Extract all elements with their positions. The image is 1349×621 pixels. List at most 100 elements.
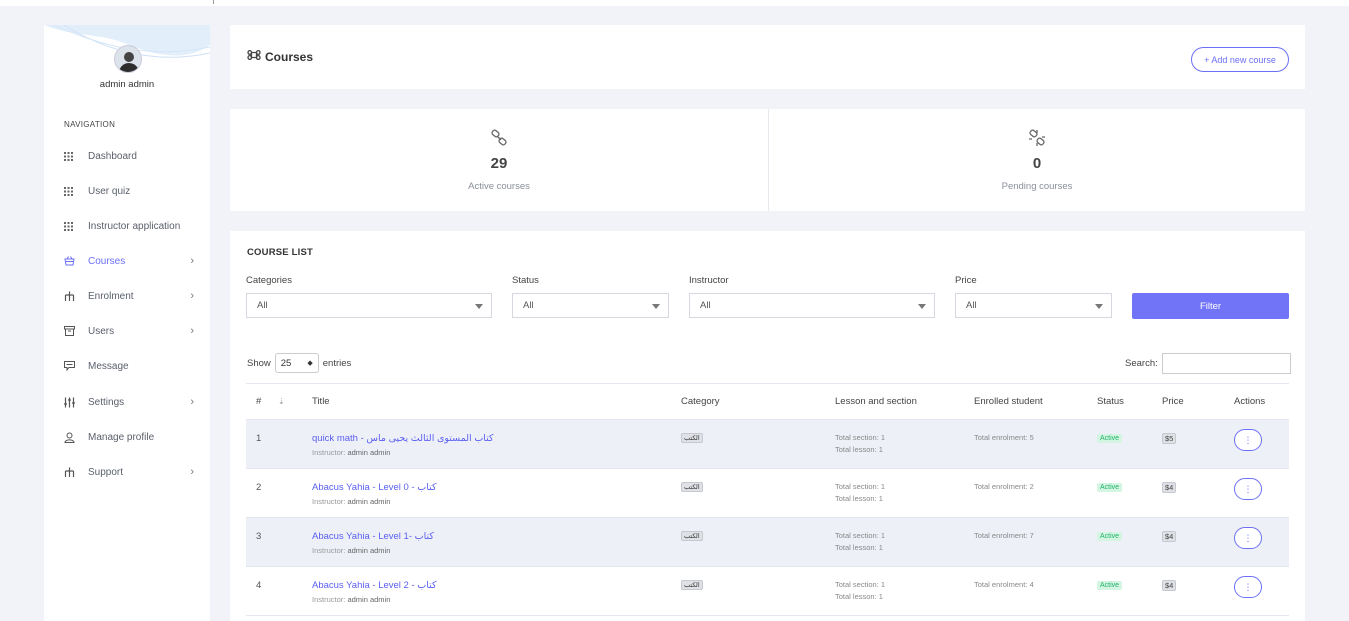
actions-cell: ⋮ [1224, 419, 1289, 469]
instructor-select[interactable]: All [689, 293, 935, 318]
status-filter-label: Status [512, 275, 539, 286]
course-title-link[interactable]: Abacus Yahia - Level 0 - كتاب [312, 482, 671, 493]
status-badge: Active [1097, 434, 1123, 443]
grid-icon [64, 221, 88, 231]
enrolment-cell: Total enrolment: 2 [964, 468, 1087, 518]
entries-select-value: 25 [280, 357, 292, 369]
sidebar-item-instructor-application[interactable]: Instructor application [64, 216, 194, 236]
row-number: 1 [246, 419, 302, 469]
category-cell: الكتب [671, 419, 825, 469]
column-header-price[interactable]: Price [1152, 383, 1224, 420]
courses-table: # ⇣ Title Category Lesson and section En… [246, 383, 1289, 616]
sidebar-item-label: Manage profile [88, 431, 155, 443]
grid-icon [64, 151, 88, 161]
status-select-value: All [523, 300, 534, 311]
search-label: Search: [1125, 358, 1158, 369]
table-search: Search: [1125, 353, 1291, 374]
price-cell: $4 [1152, 517, 1224, 567]
status-select[interactable]: All [512, 293, 669, 318]
chevron-right-icon: › [190, 325, 194, 337]
entries-control: Show 25 ◆ entries [247, 353, 351, 373]
row-number: 3 [246, 517, 302, 567]
price-select[interactable]: All [955, 293, 1112, 318]
filter-button[interactable]: Filter [1132, 293, 1289, 319]
enrolment-cell: Total enrolment: 5 [964, 419, 1087, 469]
sidebar-item-label: Settings [88, 396, 125, 408]
lesson-section-cell: Total section: 1 Total lesson: 1 [825, 566, 964, 616]
table-header-row: # ⇣ Title Category Lesson and section En… [246, 383, 1289, 420]
column-header-lesson-section[interactable]: Lesson and section [825, 383, 964, 420]
caret-down-icon [475, 304, 483, 309]
row-actions-button[interactable]: ⋮ [1234, 478, 1262, 500]
price-filter-label: Price [955, 275, 977, 286]
hierarchy-icon [64, 291, 88, 302]
sidebar-item-users[interactable]: Users › [64, 321, 194, 341]
sidebar-item-label: Support [88, 466, 124, 478]
lesson-section-cell: Total section: 1 Total lesson: 1 [825, 517, 964, 567]
search-input[interactable] [1161, 353, 1291, 374]
sidebar-item-label: Users [88, 325, 115, 337]
hierarchy-icon [64, 467, 88, 478]
actions-cell: ⋮ [1224, 468, 1289, 518]
column-header-category[interactable]: Category [671, 383, 825, 420]
nav-heading: NAVIGATION [64, 120, 116, 129]
row-actions-button[interactable]: ⋮ [1234, 576, 1262, 598]
entries-label: entries [322, 357, 352, 369]
sidebar-item-label: Enrolment [88, 290, 134, 302]
sidebar-item-label: Instructor application [88, 220, 181, 232]
enrolment-cell: Total enrolment: 4 [964, 566, 1087, 616]
sort-arrows-icon: ◆ [307, 360, 313, 367]
sidebar-item-user-quiz[interactable]: User quiz [64, 181, 194, 201]
sidebar-item-courses[interactable]: Courses › [64, 251, 194, 271]
course-instructor: Instructor: admin admin [312, 448, 391, 457]
status-badge: Active [1097, 483, 1123, 492]
status-cell: Active [1087, 419, 1152, 469]
course-stats: 29 Active courses 0 Pending courses [230, 109, 1305, 211]
categories-select[interactable]: All [246, 293, 492, 318]
course-title-link[interactable]: quick math - كتاب المستوى الثالث يحيى ما… [312, 433, 671, 444]
sidebar-item-message[interactable]: Message [64, 356, 194, 376]
table-row: 1 quick math - كتاب المستوى الثالث يحيى … [246, 419, 1289, 469]
basket-icon [64, 256, 88, 266]
message-icon [64, 361, 88, 371]
sidebar: admin admin NAVIGATION Dashboard User qu… [44, 25, 210, 621]
column-header-title[interactable]: Title [302, 383, 671, 420]
sidebar-item-enrolment[interactable]: Enrolment › [64, 286, 194, 306]
chevron-right-icon: › [190, 466, 194, 478]
category-badge: الكتب [681, 580, 703, 590]
sidebar-item-settings[interactable]: Settings › [64, 392, 194, 412]
price-badge: $5 [1162, 433, 1177, 444]
actions-cell: ⋮ [1224, 566, 1289, 616]
course-title-cell: Abacus Yahia - Level 1- كتاب Instructor:… [302, 517, 671, 567]
price-cell: $4 [1152, 468, 1224, 518]
course-instructor: Instructor: admin admin [312, 497, 391, 506]
column-header-number[interactable]: # ⇣ [246, 383, 302, 420]
status-cell: Active [1087, 566, 1152, 616]
instructor-select-value: All [700, 300, 711, 311]
row-actions-button[interactable]: ⋮ [1234, 527, 1262, 549]
sidebar-item-manage-profile[interactable]: Manage profile [64, 427, 194, 447]
column-header-enrolled-student[interactable]: Enrolled student [964, 383, 1087, 420]
entries-select[interactable]: 25 ◆ [274, 353, 319, 373]
course-title-link[interactable]: Abacus Yahia - Level 2 - كتاب [312, 580, 671, 591]
price-select-value: All [966, 300, 977, 311]
course-list: COURSE LIST Categories All Status All In… [230, 231, 1305, 621]
active-courses-stat: 29 Active courses [230, 109, 768, 211]
categories-select-value: All [257, 300, 268, 311]
column-header-status[interactable]: Status [1087, 383, 1152, 420]
sidebar-item-dashboard[interactable]: Dashboard [64, 146, 194, 166]
row-actions-button[interactable]: ⋮ [1234, 429, 1262, 451]
status-badge: Active [1097, 581, 1123, 590]
sidebar-item-support[interactable]: Support › [64, 462, 194, 482]
course-title-link[interactable]: Abacus Yahia - Level 1- كتاب [312, 531, 671, 542]
caret-down-icon [1095, 304, 1103, 309]
chevron-right-icon: › [190, 290, 194, 302]
category-cell: الكتب [671, 468, 825, 518]
category-badge: الكتب [681, 531, 703, 541]
categories-filter-label: Categories [246, 275, 292, 286]
page-title: Courses [247, 48, 313, 65]
avatar[interactable] [114, 45, 142, 73]
status-cell: Active [1087, 468, 1152, 518]
add-new-course-button[interactable]: + Add new course [1191, 47, 1289, 72]
course-list-title: COURSE LIST [247, 247, 314, 258]
